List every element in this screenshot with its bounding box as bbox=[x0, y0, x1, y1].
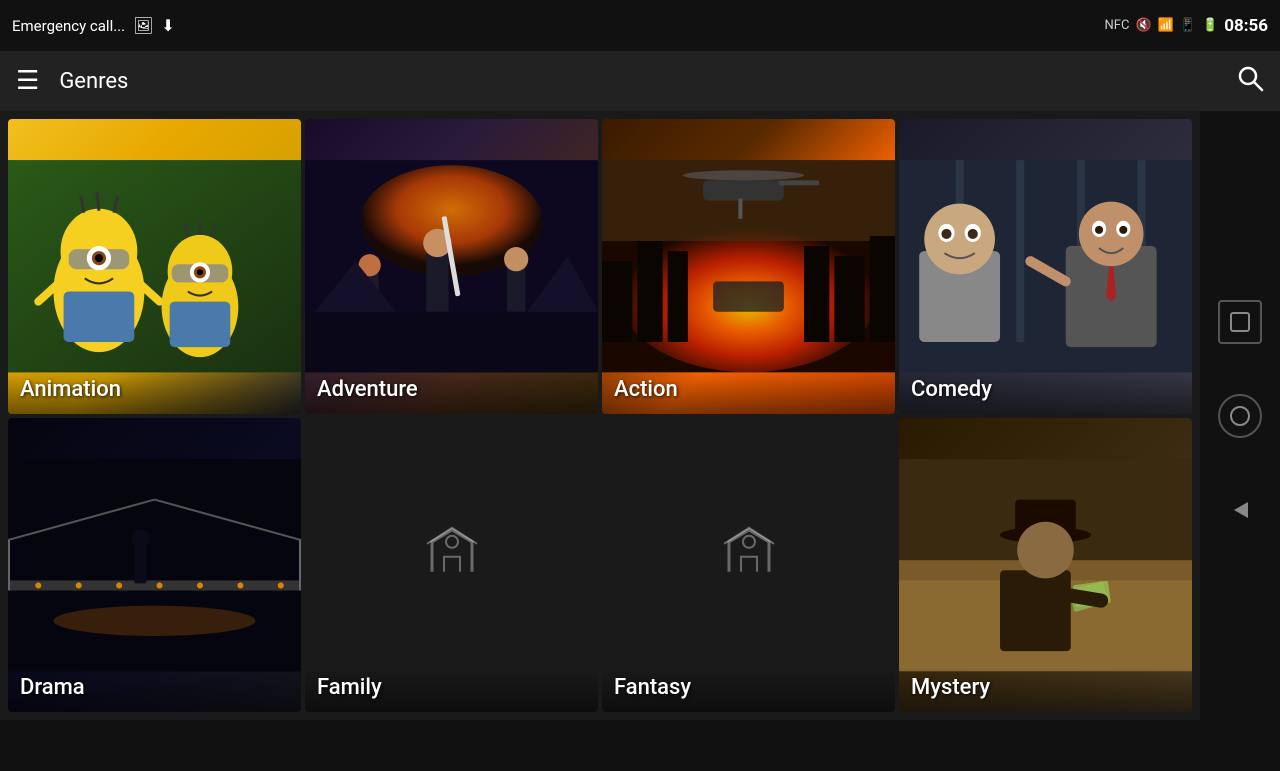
mute-icon: 🔇 bbox=[1135, 18, 1151, 33]
page-title: Genres bbox=[59, 69, 1236, 94]
genre-row-2: Drama Family bbox=[8, 418, 1192, 713]
genre-card-drama[interactable]: Drama bbox=[8, 418, 301, 713]
genre-card-adventure[interactable]: Adventure bbox=[305, 119, 598, 414]
battery-icon: 🔋 bbox=[1202, 18, 1218, 33]
family-label: Family bbox=[305, 667, 598, 712]
square-nav-button[interactable] bbox=[1218, 300, 1262, 344]
status-left: Emergency call... 🖼 ⬇ bbox=[12, 16, 175, 35]
download-icon: ⬇ bbox=[161, 16, 174, 35]
top-bar: ☰ Genres bbox=[0, 51, 1280, 111]
status-time: 08:56 bbox=[1224, 16, 1268, 36]
genre-grid: Animation bbox=[0, 111, 1200, 720]
nfc-icon: NFC bbox=[1105, 18, 1130, 33]
hamburger-menu[interactable]: ☰ bbox=[16, 68, 39, 94]
comedy-label: Comedy bbox=[899, 369, 1192, 414]
animation-label: Animation bbox=[8, 369, 301, 414]
back-nav-button[interactable] bbox=[1218, 488, 1262, 532]
status-bar: Emergency call... 🖼 ⬇ NFC 🔇 📶 📱 🔋 08:56 bbox=[0, 0, 1280, 51]
genre-row-1: Animation bbox=[8, 119, 1192, 414]
bottom-bar bbox=[0, 720, 1280, 771]
emergency-call-text: Emergency call... bbox=[12, 17, 125, 35]
image-icon: 🖼 bbox=[133, 16, 153, 35]
genre-card-action[interactable]: Action bbox=[602, 119, 895, 414]
genre-card-animation[interactable]: Animation bbox=[8, 119, 301, 414]
sim-icon: 📱 bbox=[1180, 18, 1196, 33]
right-nav bbox=[1200, 111, 1280, 720]
fantasy-label: Fantasy bbox=[602, 667, 895, 712]
adventure-label: Adventure bbox=[305, 369, 598, 414]
fantasy-placeholder-icon bbox=[719, 522, 779, 594]
genre-card-fantasy[interactable]: Fantasy bbox=[602, 418, 895, 713]
genre-card-mystery[interactable]: Mystery bbox=[899, 418, 1192, 713]
family-placeholder-icon bbox=[422, 522, 482, 594]
search-button[interactable] bbox=[1236, 64, 1264, 99]
genre-card-comedy[interactable]: Comedy bbox=[899, 119, 1192, 414]
genre-card-family[interactable]: Family bbox=[305, 418, 598, 713]
circle-nav-button[interactable] bbox=[1218, 394, 1262, 438]
action-label: Action bbox=[602, 369, 895, 414]
mystery-label: Mystery bbox=[899, 667, 1192, 712]
drama-label: Drama bbox=[8, 667, 301, 712]
status-icons: NFC 🔇 📶 📱 🔋 08:56 bbox=[1105, 16, 1268, 36]
wifi-icon: 📶 bbox=[1158, 18, 1174, 33]
